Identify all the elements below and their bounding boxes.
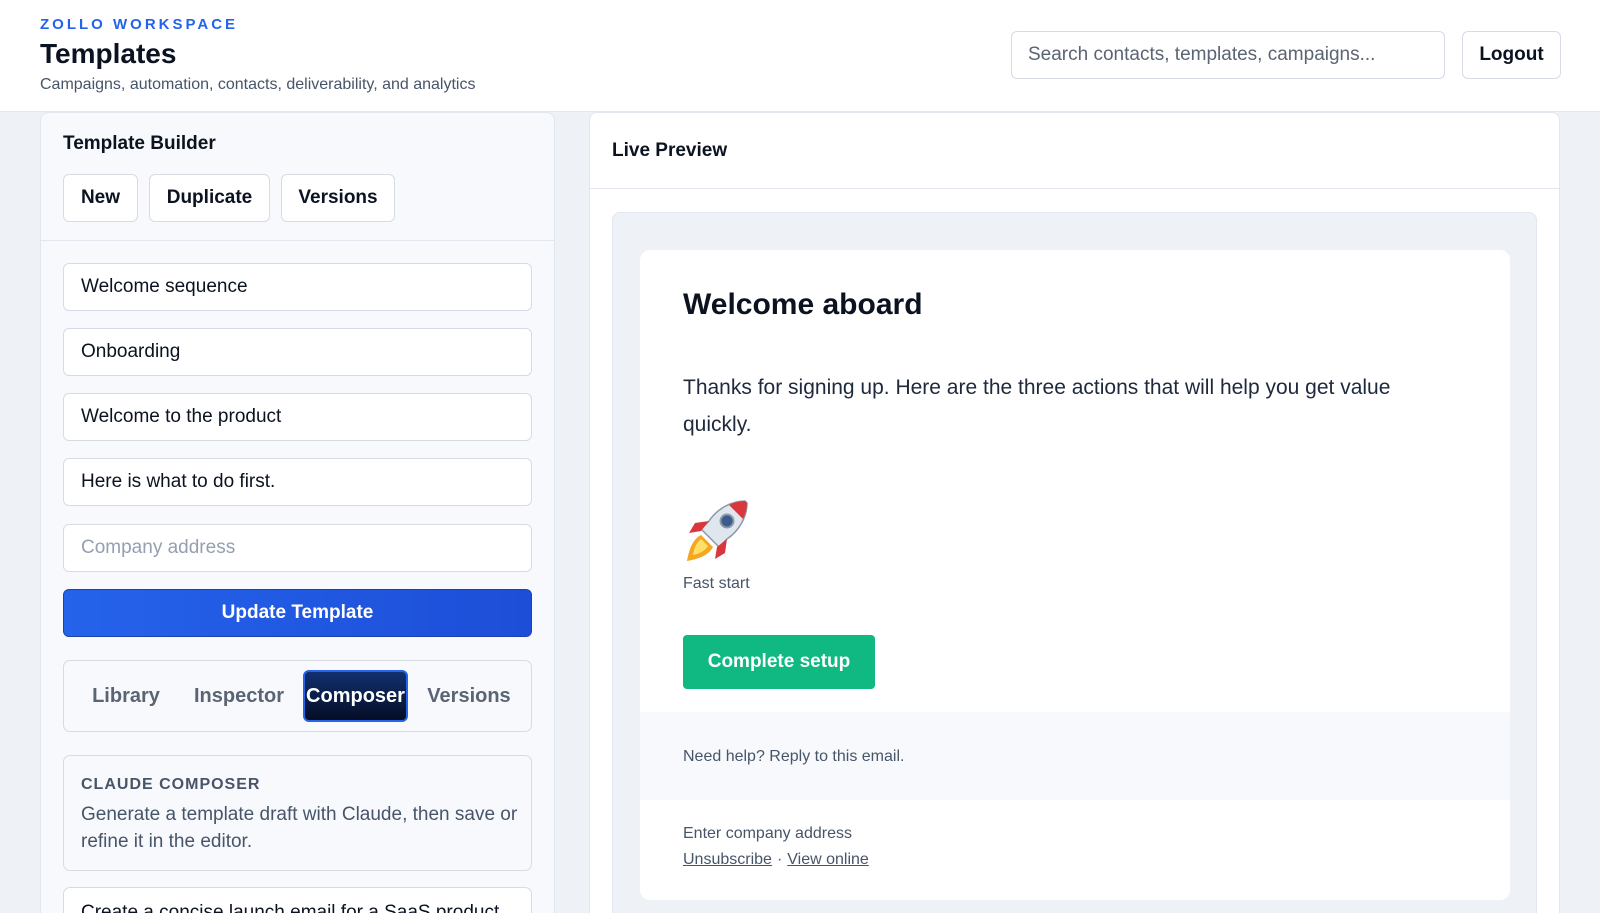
- view-online-link[interactable]: View online: [787, 851, 869, 868]
- email-footer-links: Unsubscribe · View online: [683, 851, 869, 869]
- builder-divider: [41, 240, 554, 241]
- versions-button[interactable]: Versions: [281, 174, 395, 222]
- template-category-field[interactable]: [63, 328, 532, 376]
- composer-card: CLAUDE COMPOSER Generate a template draf…: [63, 755, 532, 871]
- update-template-button[interactable]: Update Template: [63, 589, 532, 637]
- template-name-field[interactable]: [63, 263, 532, 311]
- logout-button[interactable]: Logout: [1462, 31, 1561, 79]
- complete-setup-button[interactable]: Complete setup: [683, 635, 875, 689]
- email-body-text: Thanks for signing up. Here are the thre…: [683, 376, 1391, 436]
- tab-library[interactable]: Library: [77, 670, 175, 722]
- preview-stage: Welcome aboard Thanks for signing up. He…: [612, 212, 1537, 913]
- composer-label: CLAUDE COMPOSER: [81, 776, 261, 793]
- preview-divider: [590, 188, 1559, 189]
- company-address-field[interactable]: [63, 524, 532, 572]
- workspace-label: ZOLLO WORKSPACE: [40, 16, 239, 33]
- template-builder-panel: Template Builder New Duplicate Versions …: [40, 112, 555, 913]
- page-subtitle: Campaigns, automation, contacts, deliver…: [40, 76, 476, 93]
- template-builder-title: Template Builder: [63, 133, 216, 154]
- search-input[interactable]: [1011, 31, 1445, 79]
- subject-field[interactable]: [63, 393, 532, 441]
- page-title: Templates: [40, 38, 177, 69]
- tab-composer[interactable]: Composer: [303, 670, 408, 722]
- tab-versions[interactable]: Versions: [419, 670, 519, 722]
- top-bar: ZOLLO WORKSPACE Templates Campaigns, aut…: [0, 0, 1600, 112]
- email-footer-address: Enter company address: [683, 825, 852, 842]
- composer-prompt-input[interactable]: Create a concise launch email for a SaaS…: [63, 887, 532, 913]
- live-preview-title: Live Preview: [612, 140, 728, 161]
- email-help-text: Need help? Reply to this email.: [683, 748, 905, 765]
- rocket-icon: [687, 500, 748, 561]
- live-preview-panel: Live Preview Welcome aboard Thanks for s…: [589, 112, 1560, 913]
- emoji-caption: Fast start: [683, 575, 750, 592]
- email-heading: Welcome aboard: [683, 288, 923, 321]
- new-template-button[interactable]: New: [63, 174, 138, 222]
- preheader-field[interactable]: [63, 458, 532, 506]
- tab-inspector[interactable]: Inspector: [186, 670, 292, 722]
- email-preview-card: Welcome aboard Thanks for signing up. He…: [640, 250, 1510, 900]
- unsubscribe-link[interactable]: Unsubscribe: [683, 851, 772, 868]
- footer-separator: ·: [776, 851, 783, 868]
- composer-description: Generate a template draft with Claude, t…: [81, 804, 518, 852]
- duplicate-template-button[interactable]: Duplicate: [149, 174, 270, 222]
- builder-tabs: Library Inspector Composer Versions: [63, 660, 532, 732]
- email-help-section: Need help? Reply to this email.: [640, 712, 1510, 800]
